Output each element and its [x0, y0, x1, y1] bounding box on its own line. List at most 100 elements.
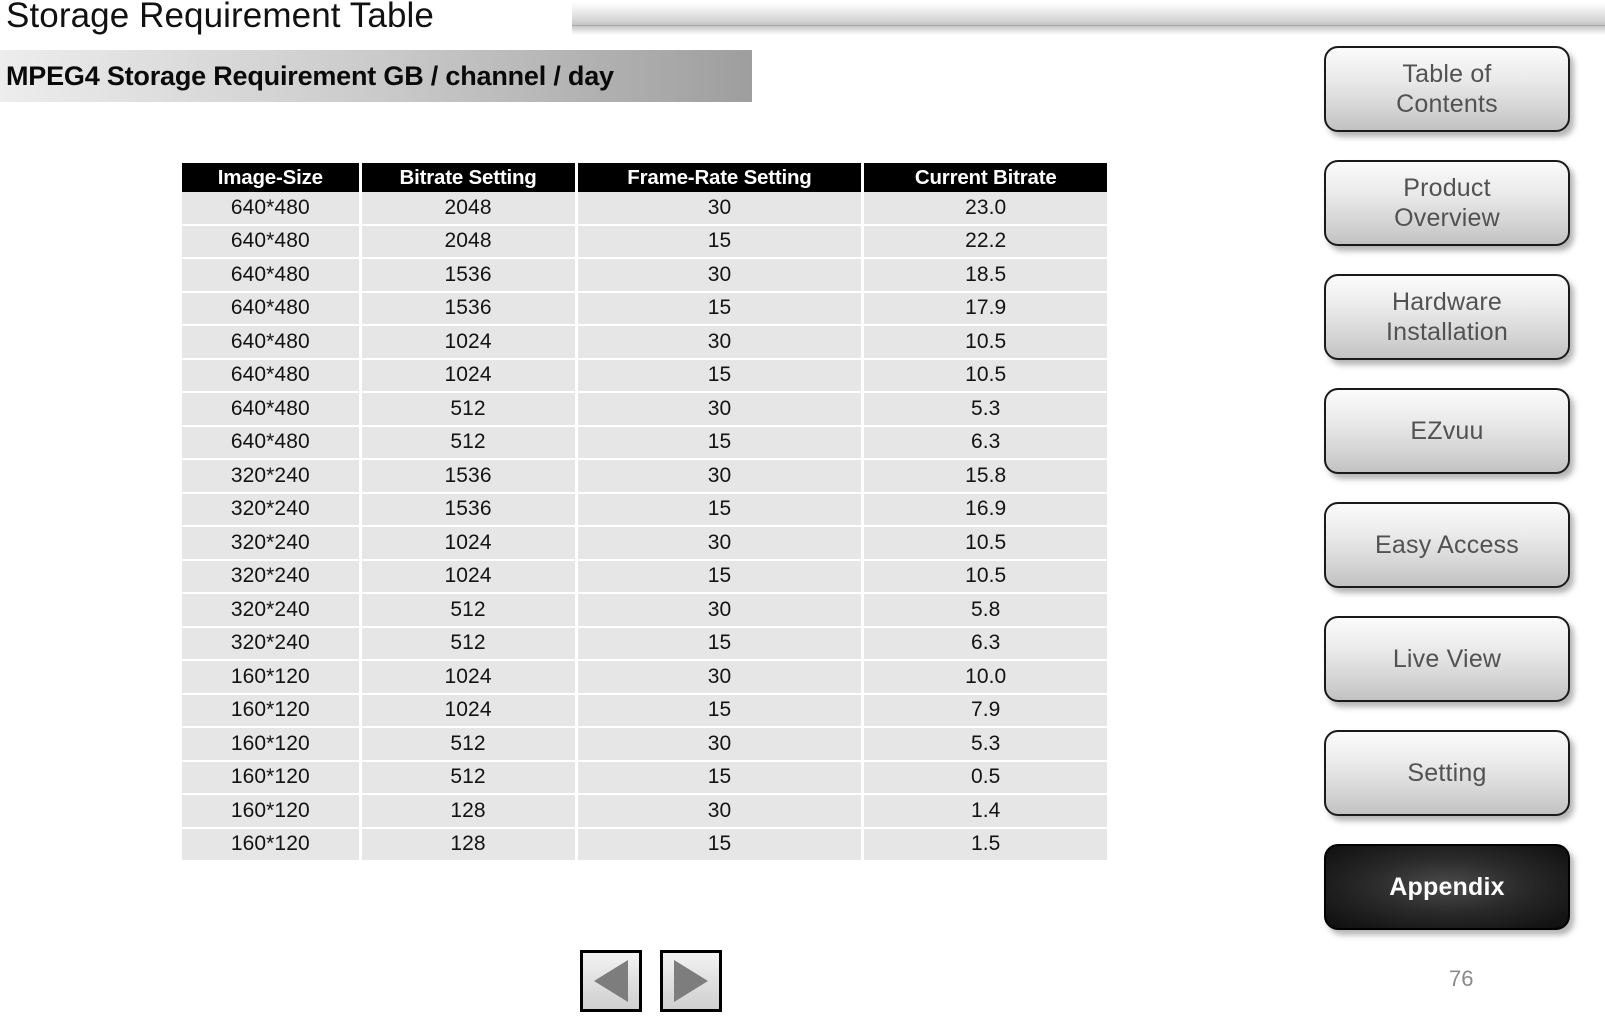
triangle-right-icon [674, 960, 708, 1002]
cell-image-size: 320*240 [182, 560, 362, 594]
cell-bitrate-setting: 1024 [361, 661, 578, 695]
table-row: 160*120 1024 15 7.9 [182, 694, 1107, 728]
cell-frame-rate-setting: 15 [577, 560, 865, 594]
cell-frame-rate-setting: 15 [577, 761, 865, 795]
slide-navigation [580, 950, 722, 1012]
sidebar-item-hardware-installation[interactable]: Hardware Installation [1324, 274, 1570, 360]
cell-frame-rate-setting: 30 [577, 728, 865, 762]
cell-current-bitrate: 7.9 [864, 694, 1107, 728]
cell-current-bitrate: 5.3 [864, 728, 1107, 762]
page-title: Storage Requirement Table [6, 0, 434, 35]
cell-frame-rate-setting: 15 [577, 627, 865, 661]
column-header-image-size: Image-Size [182, 163, 362, 192]
table-row: 640*480 512 30 5.3 [182, 393, 1107, 427]
table-row: 160*120 128 30 1.4 [182, 795, 1107, 829]
sidebar-item-ezvuu[interactable]: EZvuu [1324, 388, 1570, 474]
sidebar-item-label: Setting [1407, 759, 1487, 787]
column-header-frame-rate-setting: Frame-Rate Setting [577, 163, 865, 192]
sidebar-item-label: Live View [1392, 645, 1502, 673]
sidebar-item-label: Product Overview [1394, 174, 1500, 232]
table-row: 320*240 1024 15 10.5 [182, 560, 1107, 594]
cell-image-size: 640*480 [182, 225, 362, 259]
cell-bitrate-setting: 512 [361, 761, 578, 795]
subtitle-banner: MPEG4 Storage Requirement GB / channel /… [0, 50, 752, 102]
cell-image-size: 640*480 [182, 393, 362, 427]
cell-bitrate-setting: 1024 [361, 694, 578, 728]
previous-slide-button[interactable] [580, 950, 642, 1012]
cell-current-bitrate: 23.0 [864, 192, 1107, 226]
sidebar-item-easy-access[interactable]: Easy Access [1324, 502, 1570, 588]
cell-bitrate-setting: 1536 [361, 259, 578, 293]
cell-bitrate-setting: 512 [361, 728, 578, 762]
cell-frame-rate-setting: 15 [577, 493, 865, 527]
cell-image-size: 640*480 [182, 359, 362, 393]
sidebar-item-label: Table of Contents [1396, 60, 1498, 118]
table-row: 160*120 1024 30 10.0 [182, 661, 1107, 695]
cell-image-size: 160*120 [182, 795, 362, 829]
cell-image-size: 640*480 [182, 292, 362, 326]
cell-bitrate-setting: 1024 [361, 359, 578, 393]
cell-image-size: 160*120 [182, 694, 362, 728]
cell-current-bitrate: 17.9 [864, 292, 1107, 326]
cell-frame-rate-setting: 15 [577, 828, 865, 860]
cell-frame-rate-setting: 30 [577, 259, 865, 293]
sidebar-item-label: EZvuu [1410, 417, 1484, 445]
cell-bitrate-setting: 128 [361, 828, 578, 860]
cell-image-size: 320*240 [182, 493, 362, 527]
cell-image-size: 160*120 [182, 761, 362, 795]
cell-image-size: 320*240 [182, 527, 362, 561]
cell-current-bitrate: 6.3 [864, 426, 1107, 460]
table-header-row: Image-Size Bitrate Setting Frame-Rate Se… [182, 163, 1107, 192]
sidebar-item-setting[interactable]: Setting [1324, 730, 1570, 816]
cell-current-bitrate: 16.9 [864, 493, 1107, 527]
column-header-bitrate-setting: Bitrate Setting [361, 163, 578, 192]
table-row: 640*480 1536 30 18.5 [182, 259, 1107, 293]
table-row: 320*240 1024 30 10.5 [182, 527, 1107, 561]
sidebar-item-label: Easy Access [1375, 531, 1519, 559]
cell-frame-rate-setting: 15 [577, 225, 865, 259]
cell-image-size: 640*480 [182, 426, 362, 460]
sidebar-item-appendix[interactable]: Appendix [1324, 844, 1570, 930]
subtitle-text: MPEG4 Storage Requirement GB / channel /… [6, 60, 614, 91]
cell-bitrate-setting: 1024 [361, 527, 578, 561]
cell-bitrate-setting: 1536 [361, 292, 578, 326]
cell-frame-rate-setting: 30 [577, 594, 865, 628]
cell-current-bitrate: 10.5 [864, 359, 1107, 393]
cell-current-bitrate: 10.0 [864, 661, 1107, 695]
cell-image-size: 320*240 [182, 460, 362, 494]
cell-current-bitrate: 1.5 [864, 828, 1107, 860]
cell-current-bitrate: 1.4 [864, 795, 1107, 829]
header-gradient-bar-shadow [572, 26, 1605, 35]
cell-current-bitrate: 6.3 [864, 627, 1107, 661]
cell-bitrate-setting: 512 [361, 426, 578, 460]
cell-image-size: 160*120 [182, 661, 362, 695]
cell-image-size: 640*480 [182, 192, 362, 226]
page-number: 76 [1449, 966, 1474, 991]
cell-frame-rate-setting: 15 [577, 426, 865, 460]
cell-current-bitrate: 10.5 [864, 527, 1107, 561]
cell-bitrate-setting: 1536 [361, 460, 578, 494]
cell-frame-rate-setting: 30 [577, 460, 865, 494]
header-gradient-bar [572, 2, 1605, 26]
table-row: 160*120 512 30 5.3 [182, 728, 1107, 762]
cell-bitrate-setting: 2048 [361, 192, 578, 226]
storage-requirement-table: Image-Size Bitrate Setting Frame-Rate Se… [182, 163, 1107, 860]
cell-current-bitrate: 5.8 [864, 594, 1107, 628]
cell-current-bitrate: 18.5 [864, 259, 1107, 293]
table-row: 640*480 2048 30 23.0 [182, 192, 1107, 226]
cell-current-bitrate: 15.8 [864, 460, 1107, 494]
sidebar-item-live-view[interactable]: Live View [1324, 616, 1570, 702]
sidebar-item-table-of-contents[interactable]: Table of Contents [1324, 46, 1570, 132]
triangle-left-icon [594, 960, 628, 1002]
cell-frame-rate-setting: 15 [577, 359, 865, 393]
cell-frame-rate-setting: 30 [577, 393, 865, 427]
cell-bitrate-setting: 1024 [361, 326, 578, 360]
table-row: 640*480 2048 15 22.2 [182, 225, 1107, 259]
sidebar-item-product-overview[interactable]: Product Overview [1324, 160, 1570, 246]
table-row: 160*120 128 15 1.5 [182, 828, 1107, 860]
cell-frame-rate-setting: 30 [577, 795, 865, 829]
cell-current-bitrate: 10.5 [864, 560, 1107, 594]
cell-image-size: 640*480 [182, 326, 362, 360]
cell-bitrate-setting: 128 [361, 795, 578, 829]
next-slide-button[interactable] [660, 950, 722, 1012]
